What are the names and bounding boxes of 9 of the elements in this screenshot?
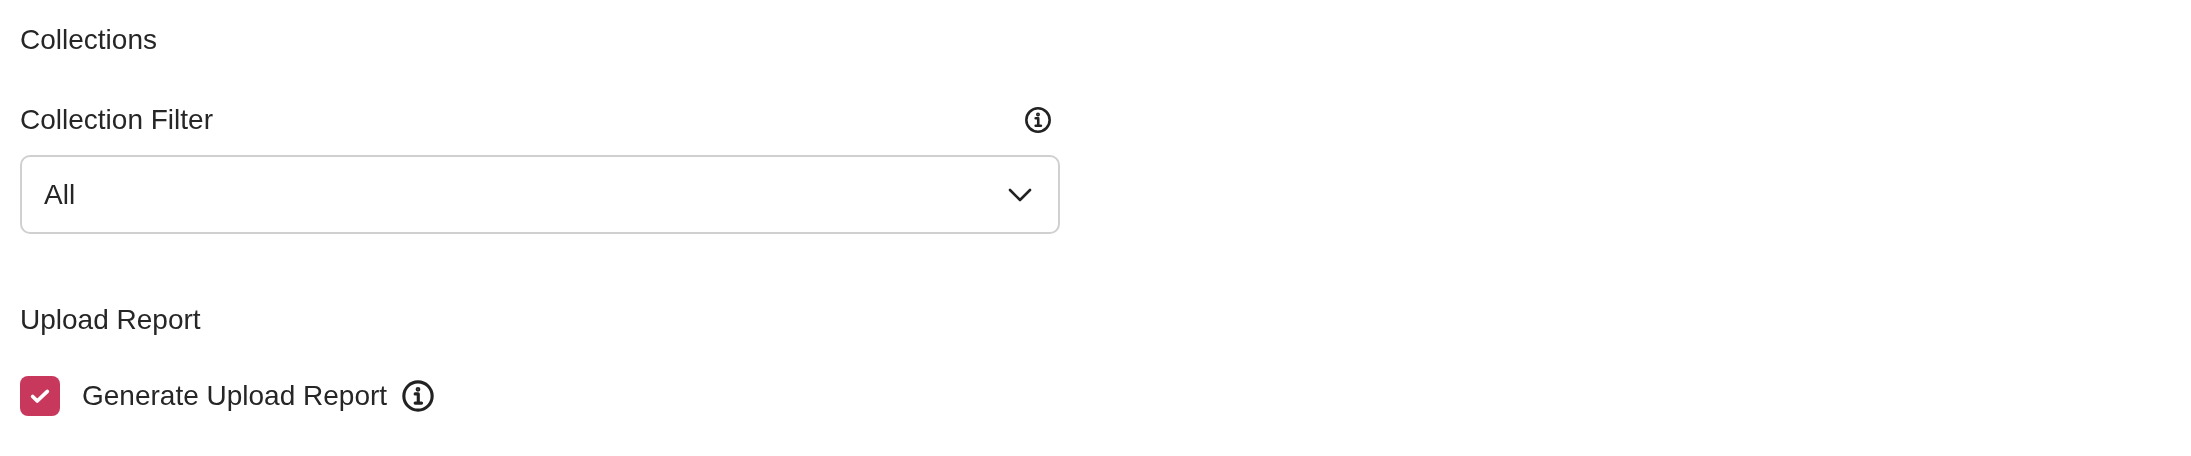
checkbox-label[interactable]: Generate Upload Report	[82, 378, 388, 414]
info-icon[interactable]	[401, 379, 436, 413]
section-heading: Collections	[20, 23, 158, 57]
section-heading: Upload Report	[20, 303, 202, 337]
checkbox[interactable]	[20, 376, 60, 416]
chevron-down-icon	[1008, 187, 1032, 202]
field-label: Collection Filter	[20, 103, 213, 137]
info-icon[interactable]	[1024, 106, 1052, 134]
collection-filter-dropdown[interactable]: All	[20, 155, 1060, 234]
